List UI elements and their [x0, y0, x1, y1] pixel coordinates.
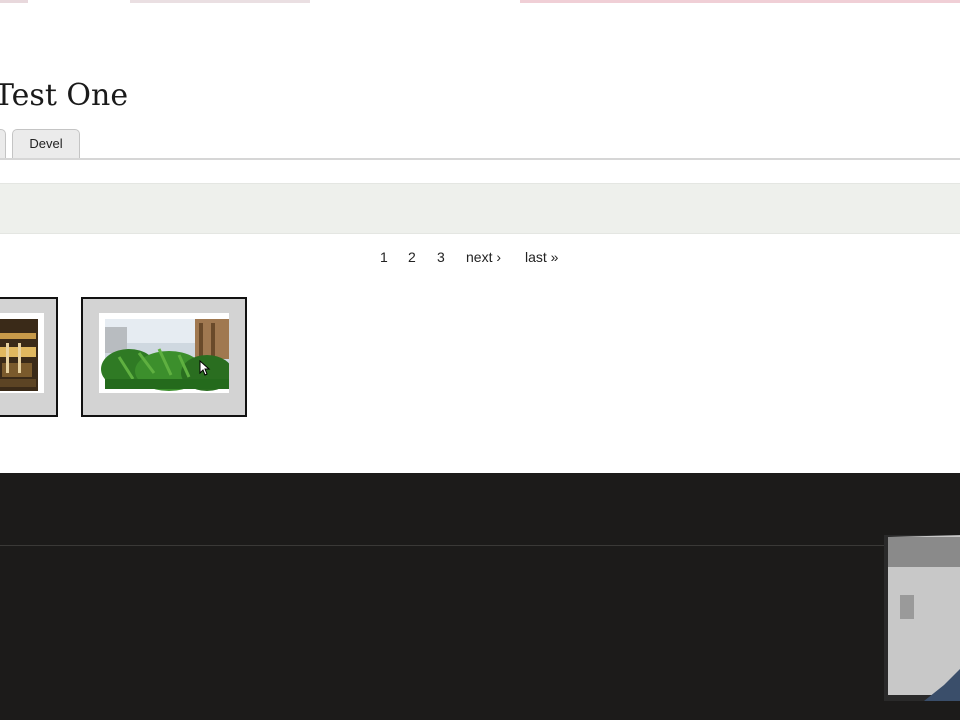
tab-devel[interactable]: Devel [12, 129, 80, 158]
top-strip-segment [0, 0, 28, 3]
webcam-image [884, 535, 960, 701]
pager-item-1[interactable]: 1 [380, 249, 388, 265]
tabs-divider [0, 158, 960, 160]
page-title: Test One [0, 78, 129, 113]
pager: 1 2 3 next › last » [0, 249, 960, 269]
webcam-overlay [884, 535, 960, 701]
top-strip-segment [520, 0, 960, 3]
gallery-thumbnail-1[interactable] [0, 297, 58, 417]
thumbnail-photo [0, 313, 44, 393]
pager-next[interactable]: next › [466, 249, 501, 265]
pager-item-3[interactable]: 3 [437, 249, 445, 265]
top-strip-segment [130, 0, 310, 3]
footer [0, 473, 960, 720]
pager-item-2[interactable]: 2 [408, 249, 416, 265]
thumbnail-image [0, 313, 44, 393]
pager-last[interactable]: last » [525, 249, 558, 265]
messages-area [0, 183, 960, 234]
gallery-thumbnail-2[interactable] [81, 297, 247, 417]
thumbnail-image [99, 313, 229, 393]
thumbnail-photo [99, 313, 229, 393]
top-strip [0, 0, 960, 3]
tab-view[interactable] [0, 129, 6, 158]
footer-divider [0, 545, 960, 546]
